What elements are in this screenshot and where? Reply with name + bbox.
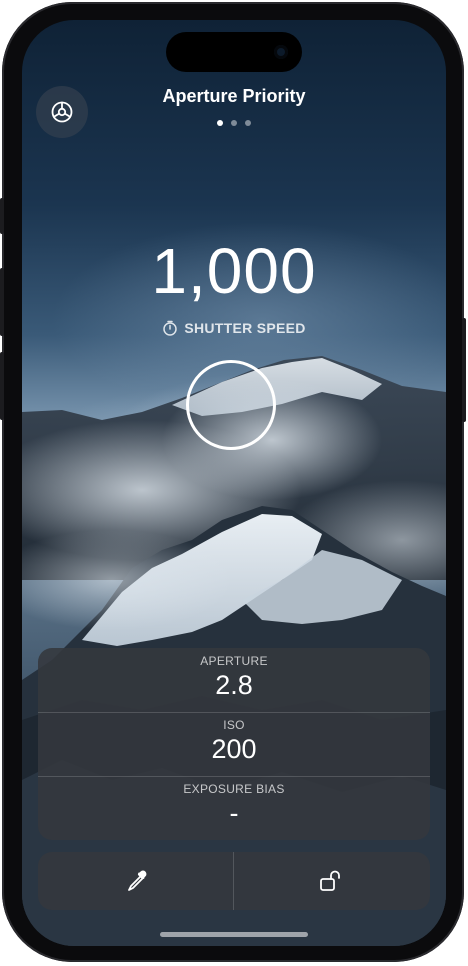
iso-row[interactable]: ISO 200 bbox=[38, 712, 430, 776]
aperture-label: APERTURE bbox=[200, 654, 268, 668]
tool-bar bbox=[38, 852, 430, 910]
unlock-icon bbox=[319, 870, 340, 891]
mode-title: Aperture Priority bbox=[162, 86, 306, 106]
metering-circle[interactable] bbox=[186, 360, 276, 450]
iso-value[interactable]: 200 bbox=[38, 734, 430, 765]
page-dot-1[interactable] bbox=[217, 120, 223, 126]
lock-button[interactable] bbox=[234, 852, 429, 910]
exposure-bias-value[interactable]: - bbox=[38, 798, 430, 829]
aperture-value[interactable]: 2.8 bbox=[38, 670, 430, 701]
exposure-bias-row[interactable]: EXPOSURE BIAS - bbox=[38, 776, 430, 840]
page-dot-2[interactable] bbox=[231, 120, 237, 126]
shutter-speed-label: SHUTTER SPEED bbox=[22, 320, 446, 336]
exposure-bias-label: EXPOSURE BIAS bbox=[183, 782, 285, 796]
timer-icon bbox=[163, 320, 178, 336]
dynamic-island bbox=[166, 32, 302, 72]
home-indicator[interactable] bbox=[160, 932, 308, 937]
volume-up-button bbox=[0, 268, 4, 336]
power-button bbox=[462, 318, 466, 422]
volume-down-button bbox=[0, 352, 4, 420]
action-button bbox=[0, 198, 4, 234]
eyedropper-button[interactable] bbox=[38, 852, 233, 910]
exposure-settings-panel: APERTURE 2.8 ISO 200 EXPOSURE BIAS - bbox=[38, 648, 430, 840]
shutter-speed-label-text: SHUTTER SPEED bbox=[184, 320, 306, 336]
shutter-speed-value: 1,000 bbox=[151, 235, 317, 307]
aperture-row[interactable]: APERTURE 2.8 bbox=[38, 648, 430, 712]
eyedropper-icon bbox=[127, 870, 146, 891]
front-camera bbox=[274, 45, 288, 59]
screen: Aperture Priority 1,000 SHUTTER SPEED AP… bbox=[22, 20, 446, 946]
page-dot-3[interactable] bbox=[245, 120, 251, 126]
page-indicator[interactable] bbox=[217, 120, 251, 126]
iso-label: ISO bbox=[223, 718, 245, 732]
